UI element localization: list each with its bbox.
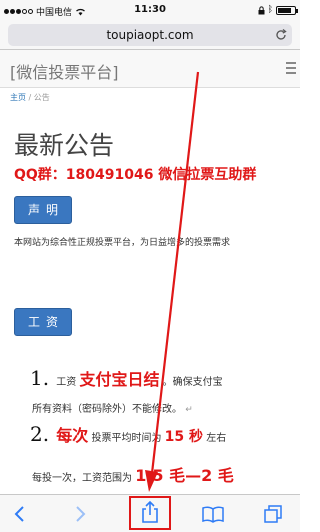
- item-text: 每投一次，工资范围为: [32, 473, 132, 484]
- item-text: 左右: [206, 433, 227, 444]
- item-number: 1.: [30, 366, 50, 390]
- wage-button[interactable]: 工资: [14, 308, 72, 336]
- description-text: 本网站为综合性正规投票平台，为日益增多的投票需求: [14, 238, 231, 248]
- url-field[interactable]: toupiaopt.com: [8, 24, 292, 46]
- site-header: [微信投票平台]: [0, 50, 300, 88]
- list-item-2-line1: 2. 每次 投票平均时间为 15 秒 左右: [30, 422, 226, 446]
- list-item-1-line1: 1. 工资 支付宝日结 。确保支付宝: [30, 366, 223, 390]
- list-item-2-line2: 每投一次，工资范围为 1.5 毛—2 毛: [32, 462, 234, 486]
- forward-button[interactable]: [70, 503, 92, 525]
- item-text: 投票平均时间为: [91, 433, 162, 444]
- return-mark: ↵: [185, 405, 193, 415]
- forward-icon: [76, 506, 86, 522]
- page-title: 最新公告: [14, 131, 115, 160]
- web-page: [微信投票平台] 主页 / 公告 最新公告 QQ群：180491046 微信拉票…: [0, 50, 300, 494]
- item-highlight: 1.5 毛—2 毛: [135, 466, 234, 485]
- list-item-1-line2: 所有资料（密码除外）不能修改。 ↵: [32, 400, 193, 415]
- item-text: 。确保支付宝: [162, 377, 223, 388]
- breadcrumb-separator: /: [28, 93, 32, 102]
- qq-group-line: QQ群：180491046 微信拉票互助群: [14, 167, 257, 183]
- item-highlight: 15 秒: [164, 429, 204, 445]
- lock-icon: [258, 5, 265, 14]
- bluetooth-icon: ᛒ: [267, 5, 273, 15]
- back-button[interactable]: [8, 503, 30, 525]
- highlight-box: [129, 496, 171, 530]
- clock: 11:30: [134, 4, 166, 15]
- breadcrumb: 主页 / 公告: [10, 92, 50, 103]
- breadcrumb-home[interactable]: 主页: [10, 93, 26, 102]
- bookmarks-icon: [202, 506, 224, 523]
- bookmarks-button[interactable]: [202, 503, 224, 525]
- item-highlight: 每次: [56, 426, 89, 445]
- item-text: 工资: [56, 377, 77, 388]
- address-bar: toupiaopt.com: [0, 20, 300, 50]
- breadcrumb-current: 公告: [33, 93, 50, 102]
- statement-button[interactable]: 声明: [14, 196, 72, 224]
- battery-icon: [276, 5, 298, 15]
- item-text: 所有资料（密码除外）不能修改。: [32, 404, 182, 415]
- site-title[interactable]: [微信投票平台]: [10, 59, 119, 83]
- item-highlight: 支付宝日结: [79, 370, 160, 389]
- back-icon: [14, 506, 24, 522]
- menu-icon[interactable]: [286, 62, 296, 77]
- status-bar: 中国电信 11:30 ᛒ: [0, 0, 300, 20]
- item-number: 2.: [30, 422, 50, 446]
- status-right: ᛒ: [258, 5, 298, 15]
- reload-icon[interactable]: [274, 28, 288, 42]
- tabs-icon: [264, 505, 282, 523]
- tabs-button[interactable]: [262, 503, 284, 525]
